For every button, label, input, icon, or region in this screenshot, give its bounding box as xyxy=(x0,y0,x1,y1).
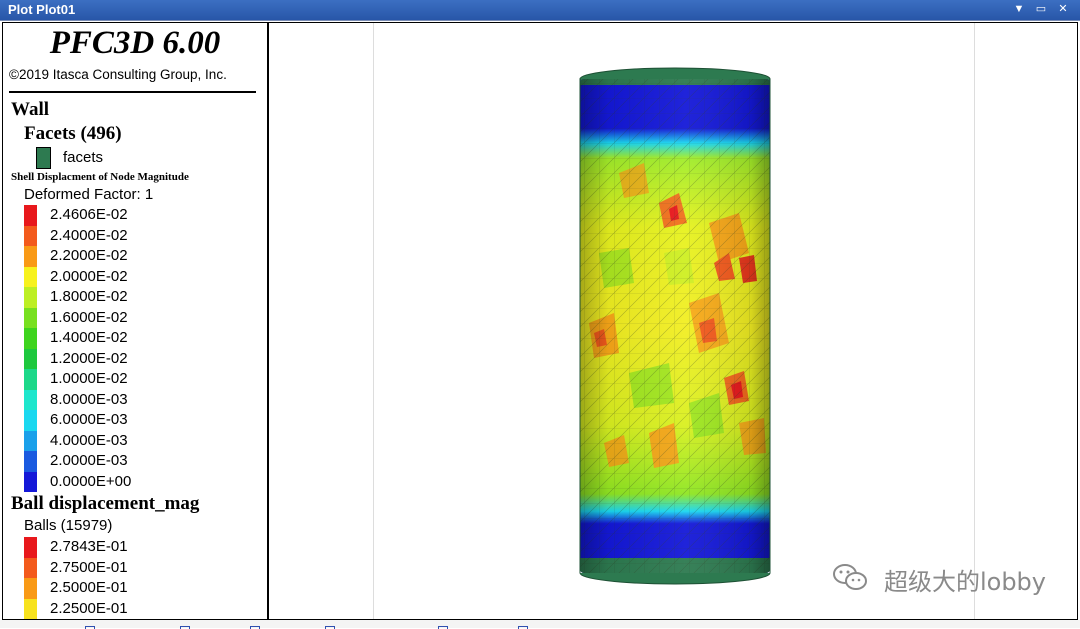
facets-header: Facets (496) xyxy=(24,123,122,144)
shell-scale-swatch xyxy=(24,287,37,308)
shell-scale-label: 2.4606E-02 xyxy=(50,206,128,223)
ball-scale-label: 2.2500E-01 xyxy=(50,599,128,617)
shell-scale-label: 1.6000E-02 xyxy=(50,308,128,326)
shell-scale-label: 1.0000E-02 xyxy=(50,370,128,387)
copyright-text: ©2019 Itasca Consulting Group, Inc. xyxy=(9,67,227,82)
shell-scale-swatch xyxy=(24,225,37,246)
ball-scale-label: 2.5000E-01 xyxy=(50,579,128,596)
shell-scale-swatch xyxy=(24,471,37,492)
shell-scale-swatch xyxy=(24,348,37,369)
wall-header: Wall xyxy=(11,99,50,120)
facets-swatch xyxy=(36,147,51,169)
shell-displacement-title: Shell Displacment of Node Magnitude xyxy=(11,171,189,183)
balls-count: Balls (15979) xyxy=(24,517,113,534)
shell-scale-swatch xyxy=(24,410,37,431)
app-title: PFC3D 6.00 xyxy=(49,25,221,61)
ball-scale-swatch xyxy=(24,537,37,558)
wechat-icon xyxy=(833,564,867,590)
plot-viewport[interactable] xyxy=(268,22,1078,620)
shell-scale-swatch xyxy=(24,246,37,267)
facets-item-label: facets xyxy=(63,149,104,166)
shell-scale-swatch xyxy=(24,389,37,410)
shell-scale-label: 6.0000E-03 xyxy=(50,411,128,428)
close-icon[interactable]: ✕ xyxy=(1054,1,1072,18)
shell-scale-label: 8.0000E-03 xyxy=(50,390,128,408)
grid-line xyxy=(974,23,975,619)
shell-scale-swatch xyxy=(24,205,37,226)
shell-scale-label: 2.0000E-03 xyxy=(50,452,128,469)
restore-icon[interactable]: ▭ xyxy=(1032,1,1050,18)
ball-scale-swatch xyxy=(24,598,37,619)
ball-scale-label: 2.7500E-01 xyxy=(50,558,128,576)
shell-scale-label: 2.4000E-02 xyxy=(50,226,128,244)
window-titlebar: Plot Plot01 ▼ ▭ ✕ xyxy=(0,0,1080,20)
grid-line xyxy=(373,23,374,619)
deformed-factor: Deformed Factor: 1 xyxy=(24,186,154,203)
shell-scale-label: 2.0000E-02 xyxy=(50,267,128,285)
ball-displacement-header: Ball displacement_mag xyxy=(11,493,200,514)
legend-panel: PFC3D 6.00 ©2019 Itasca Consulting Group… xyxy=(2,22,268,620)
shell-scale-swatch xyxy=(24,307,37,328)
shell-scale-swatch xyxy=(24,266,37,287)
shell-scale-label: 1.4000E-02 xyxy=(50,329,128,346)
ball-scale-swatch xyxy=(24,557,37,578)
shell-scale-swatch xyxy=(24,451,37,472)
shell-scale-label: 2.2000E-02 xyxy=(50,247,128,264)
watermark-text: 超级大的lobby xyxy=(883,568,1046,596)
ball-scale-swatch xyxy=(24,578,37,599)
shell-scale-label: 4.0000E-03 xyxy=(50,431,128,449)
dropdown-icon[interactable]: ▼ xyxy=(1010,1,1028,18)
ball-scale-label: 2.7843E-01 xyxy=(50,538,128,555)
shell-scale-label: 0.0000E+00 xyxy=(50,472,132,490)
cylinder-specimen-render xyxy=(579,67,771,585)
shell-scale-swatch xyxy=(24,369,37,390)
window-title: Plot Plot01 xyxy=(8,2,76,17)
shell-scale-swatch xyxy=(24,328,37,349)
bottom-strip xyxy=(0,620,1080,629)
shell-scale-label: 1.2000E-02 xyxy=(50,349,128,367)
shell-scale-label: 1.8000E-02 xyxy=(50,288,128,305)
shell-scale-swatch xyxy=(24,430,37,451)
legend-divider xyxy=(9,91,256,93)
